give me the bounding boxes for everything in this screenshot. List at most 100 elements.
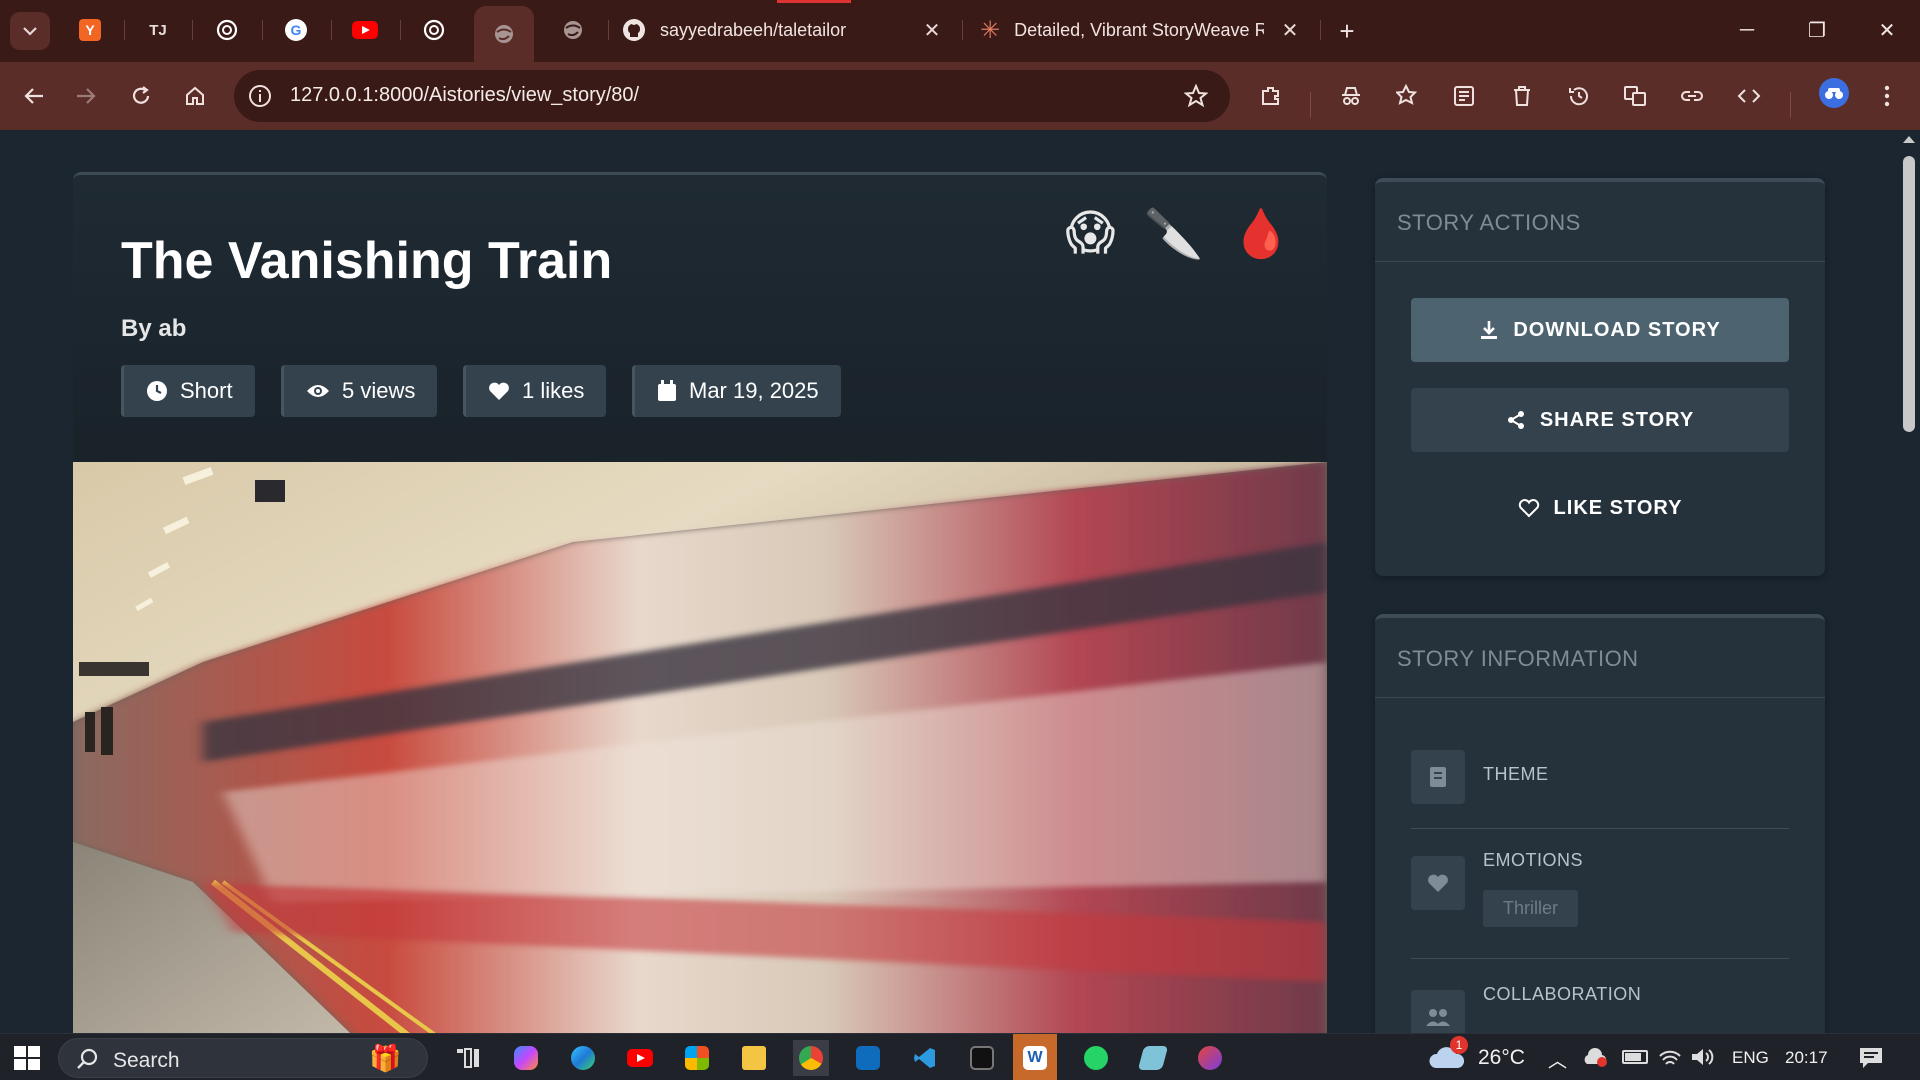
trash-icon xyxy=(1514,86,1530,106)
new-tab-button[interactable]: + xyxy=(1330,14,1364,48)
collaboration-label: COLLABORATION xyxy=(1483,984,1642,1004)
menu-button[interactable] xyxy=(1867,76,1907,116)
pinned-tab-google[interactable]: G xyxy=(274,12,318,48)
pinned-tab-tj[interactable]: TJ xyxy=(136,12,180,48)
views-badge: 5 views xyxy=(281,365,438,417)
date-text: Mar 19, 2025 xyxy=(689,378,819,403)
emotions-label: EMOTIONS xyxy=(1483,850,1584,870)
like-story-label: LIKE STORY xyxy=(1553,496,1683,519)
snipping-tool-icon[interactable] xyxy=(1192,1040,1228,1076)
close-icon[interactable]: ✕ xyxy=(1278,18,1302,42)
views-text: 5 views xyxy=(342,378,416,403)
microsoft-store-icon[interactable] xyxy=(679,1040,715,1076)
extensions-button[interactable] xyxy=(1251,76,1291,116)
reading-list-button[interactable] xyxy=(1444,76,1484,116)
restore-button[interactable]: ❐ xyxy=(1792,10,1842,50)
windows-taskbar: Search 🎁 W 1 26°C ︿ ENG 20:17 xyxy=(0,1033,1920,1080)
profile-icon xyxy=(1825,88,1843,99)
like-story-button[interactable]: LIKE STORY xyxy=(1411,476,1789,540)
url-text[interactable]: 127.0.0.1:8000/Aistories/view_story/80/ xyxy=(290,84,639,107)
chevron-up-icon[interactable]: ︿ xyxy=(1548,1046,1567,1073)
task-view-icon[interactable] xyxy=(450,1040,486,1076)
scream-emoji-icon: 😱 xyxy=(1065,207,1116,260)
pinned-tab-globe[interactable] xyxy=(551,12,595,48)
download-story-label: DOWNLOAD STORY xyxy=(1513,318,1721,341)
github-icon xyxy=(623,19,645,41)
notes-app-icon[interactable] xyxy=(1135,1040,1171,1076)
tab-search-button[interactable] xyxy=(10,12,50,50)
address-bar[interactable]: 127.0.0.1:8000/Aistories/view_story/80/ xyxy=(234,70,1230,122)
onedrive-icon[interactable] xyxy=(1582,1048,1610,1068)
tab-github[interactable]: sayyedrabeeh/taletailor ✕ xyxy=(622,10,944,50)
home-button[interactable] xyxy=(175,76,215,116)
story-author: By ab xyxy=(121,315,187,342)
favorites-button[interactable] xyxy=(1388,76,1428,116)
eye-icon xyxy=(307,385,329,397)
site-info-icon[interactable] xyxy=(246,82,274,110)
incognito-button[interactable] xyxy=(1331,76,1371,116)
word-app-icon[interactable]: W xyxy=(1013,1034,1057,1080)
active-tab[interactable] xyxy=(474,6,534,62)
toolbar-divider xyxy=(1310,92,1311,118)
youtube-icon xyxy=(352,21,378,39)
close-icon[interactable]: ✕ xyxy=(920,18,944,42)
volume-icon[interactable] xyxy=(1690,1046,1714,1073)
tab-storyweave[interactable]: ✳ Detailed, Vibrant StoryWeave R ✕ xyxy=(980,10,1302,50)
story-actions-panel: STORY ACTIONS DOWNLOAD STORY SHARE STORY… xyxy=(1375,178,1825,576)
download-story-button[interactable]: DOWNLOAD STORY xyxy=(1411,298,1789,362)
taskbar-search-box[interactable]: Search 🎁 xyxy=(58,1038,428,1078)
close-window-button[interactable]: ✕ xyxy=(1862,10,1912,50)
calendar-icon xyxy=(658,380,676,401)
pinned-tab-chatgpt[interactable] xyxy=(205,12,249,48)
google-icon: G xyxy=(285,19,307,41)
scroll-thumb[interactable] xyxy=(1903,156,1915,432)
windows-start-icon[interactable] xyxy=(14,1046,40,1070)
pinned-tab-chatgpt-2[interactable] xyxy=(412,12,456,48)
edge-icon[interactable] xyxy=(565,1040,601,1076)
minimize-icon: ─ xyxy=(1739,18,1755,41)
pinned-tab-youtube[interactable] xyxy=(343,12,387,48)
chatgpt-icon xyxy=(423,19,445,41)
copy-link-button[interactable] xyxy=(1672,76,1712,116)
devtools-button[interactable] xyxy=(1729,76,1769,116)
notification-center-icon[interactable] xyxy=(1858,1046,1884,1075)
scroll-up-arrow-icon[interactable] xyxy=(1903,136,1915,143)
forward-button[interactable] xyxy=(66,76,106,116)
battery-icon[interactable] xyxy=(1622,1050,1648,1064)
vscode-icon[interactable] xyxy=(907,1040,943,1076)
likes-badge: 1 likes xyxy=(463,365,607,417)
delete-button[interactable] xyxy=(1502,76,1542,116)
share-story-button[interactable]: SHARE STORY xyxy=(1411,388,1789,452)
page-content: The Vanishing Train By ab 😱 🔪 🩸 Short 5 … xyxy=(0,130,1920,1033)
emotion-emojis: 😱 🔪 🩸 xyxy=(1065,205,1291,262)
language-indicator[interactable]: ENG xyxy=(1732,1048,1769,1068)
story-card: The Vanishing Train By ab 😱 🔪 🩸 Short 5 … xyxy=(73,172,1327,1033)
y-combinator-icon: Y xyxy=(79,19,101,41)
story-title: The Vanishing Train xyxy=(121,232,613,290)
temperature-text: 26°C xyxy=(1478,1046,1525,1069)
page-scrollbar[interactable] xyxy=(1898,130,1920,1033)
tj-icon: TJ xyxy=(149,21,167,39)
book-icon xyxy=(1411,750,1465,804)
story-header: The Vanishing Train By ab 😱 🔪 🩸 Short 5 … xyxy=(73,175,1327,462)
translate-button[interactable] xyxy=(1615,76,1655,116)
history-button[interactable] xyxy=(1559,76,1599,116)
bookmark-star-icon[interactable] xyxy=(1180,80,1212,112)
clock-time[interactable]: 20:17 xyxy=(1785,1048,1828,1068)
chrome-icon[interactable] xyxy=(793,1040,829,1076)
weather-icon[interactable]: 1 xyxy=(1428,1036,1468,1072)
wifi-icon[interactable] xyxy=(1658,1046,1682,1073)
file-explorer-icon[interactable] xyxy=(736,1040,772,1076)
minimize-button[interactable]: ─ xyxy=(1722,10,1772,50)
whatsapp-icon[interactable] xyxy=(1078,1040,1114,1076)
copilot-icon[interactable] xyxy=(508,1040,544,1076)
reading-list-icon xyxy=(1454,86,1474,106)
outlook-icon[interactable] xyxy=(850,1040,886,1076)
story-information-heading: STORY INFORMATION xyxy=(1375,618,1825,698)
reload-button[interactable] xyxy=(121,76,161,116)
profile-avatar[interactable] xyxy=(1819,78,1849,108)
back-button[interactable] xyxy=(14,76,54,116)
terminal-icon[interactable] xyxy=(964,1040,1000,1076)
youtube-app-icon[interactable] xyxy=(622,1040,658,1076)
pinned-tab-ycombinator[interactable]: Y xyxy=(68,12,112,48)
